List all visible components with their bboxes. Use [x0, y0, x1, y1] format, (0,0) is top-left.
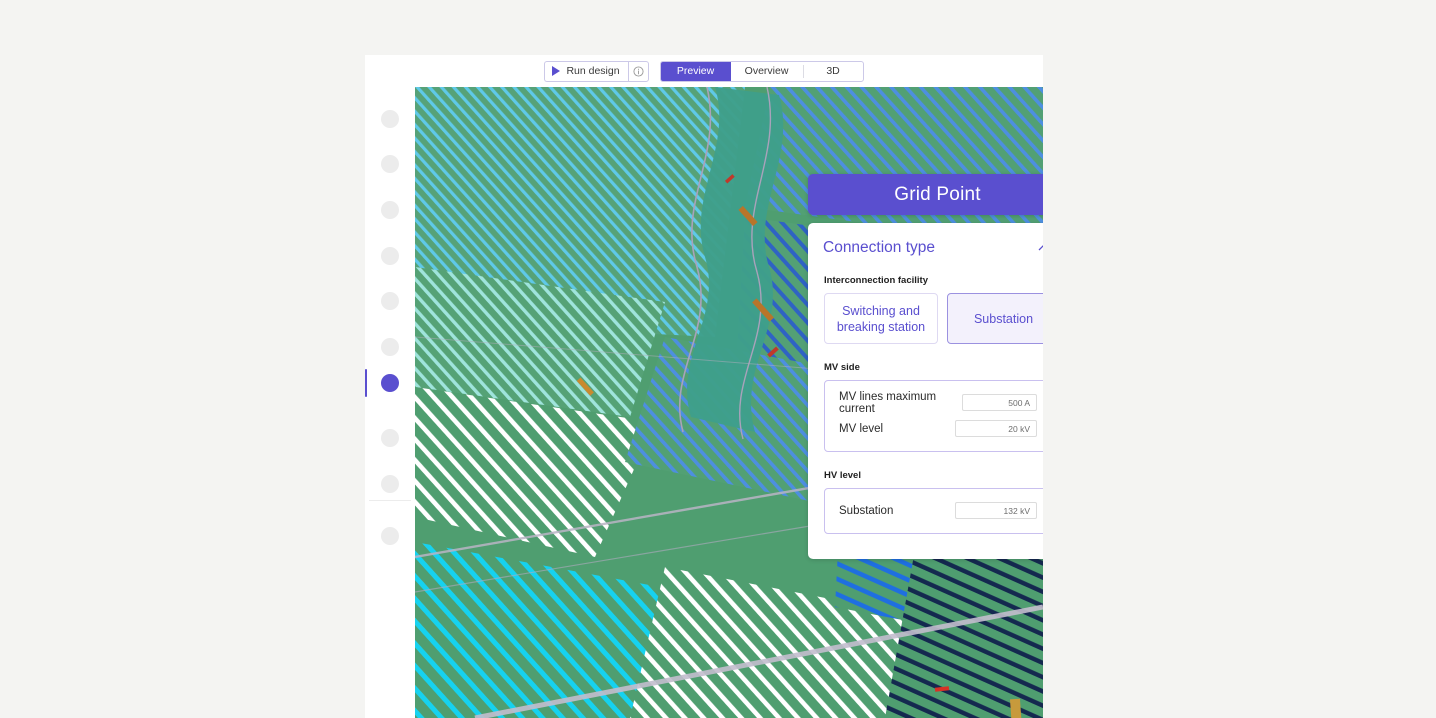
tab-preview[interactable]: Preview	[661, 62, 731, 81]
field-mv-lines-maximum-current: MV lines maximum current 500 A	[825, 392, 1043, 413]
info-glyph	[633, 66, 644, 77]
sidebar-item-step-2[interactable]	[381, 155, 399, 173]
sidebar-item-step-4[interactable]	[381, 247, 399, 265]
interconnection-facility-label: Interconnection facility	[824, 275, 1043, 286]
page-title: Grid Point	[894, 184, 980, 206]
hv-level-group: Substation 132 kV	[824, 488, 1043, 534]
sidebar-item-step-8[interactable]	[381, 429, 399, 447]
mv-side-label: MV side	[824, 362, 1043, 373]
chevron-up-icon[interactable]	[1036, 240, 1043, 256]
panel-section-header: Connection type	[808, 223, 1043, 257]
section-title: Connection type	[823, 239, 935, 257]
top-toolbar: Run design Preview Overview 3D	[365, 55, 1043, 88]
sidebar-item-step-1[interactable]	[381, 110, 399, 128]
view-mode-segmented-control: Preview Overview 3D	[660, 61, 864, 82]
interconnection-facility-options: Switching and breaking station Substatio…	[824, 293, 1043, 344]
field-mv-level: MV level 20 kV	[825, 418, 1043, 439]
active-step-indicator	[365, 369, 367, 397]
application-window: Run design Preview Overview 3D	[365, 55, 1043, 718]
option-substation[interactable]: Substation	[947, 293, 1043, 344]
panel-title-bar: Grid Point	[808, 174, 1043, 215]
option-switching-breaking-station[interactable]: Switching and breaking station	[824, 293, 938, 344]
info-icon[interactable]	[628, 61, 649, 82]
run-design-button[interactable]: Run design	[544, 61, 627, 82]
run-design-label: Run design	[566, 65, 619, 77]
left-step-rail	[365, 87, 416, 718]
sidebar-item-step-9[interactable]	[381, 475, 399, 493]
run-design-group: Run design	[544, 61, 648, 82]
field-label: MV level	[839, 423, 883, 435]
chevron-up-glyph	[1036, 240, 1043, 256]
connection-type-panel: Connection type Interconnection facility…	[808, 223, 1043, 559]
sidebar-item-step-5[interactable]	[381, 292, 399, 310]
mv-level-input[interactable]: 20 kV	[955, 420, 1037, 437]
sidebar-item-step-3[interactable]	[381, 201, 399, 219]
sidebar-item-step-10[interactable]	[381, 527, 399, 545]
field-label: MV lines maximum current	[839, 391, 962, 415]
sidebar-item-step-7[interactable]	[381, 374, 399, 392]
mv-lines-maximum-current-input[interactable]: 500 A	[962, 394, 1037, 411]
tab-overview[interactable]: Overview	[731, 62, 803, 81]
mv-side-group: MV lines maximum current 500 A MV level …	[824, 380, 1043, 452]
play-icon	[552, 66, 560, 76]
rail-divider	[369, 500, 411, 501]
hv-level-label: HV level	[824, 470, 1043, 481]
substation-hv-input[interactable]: 132 kV	[955, 502, 1037, 519]
sidebar-item-step-6[interactable]	[381, 338, 399, 356]
field-label: Substation	[839, 505, 893, 517]
tab-3d[interactable]: 3D	[804, 62, 863, 81]
field-substation-hv: Substation 132 kV	[825, 500, 1043, 521]
